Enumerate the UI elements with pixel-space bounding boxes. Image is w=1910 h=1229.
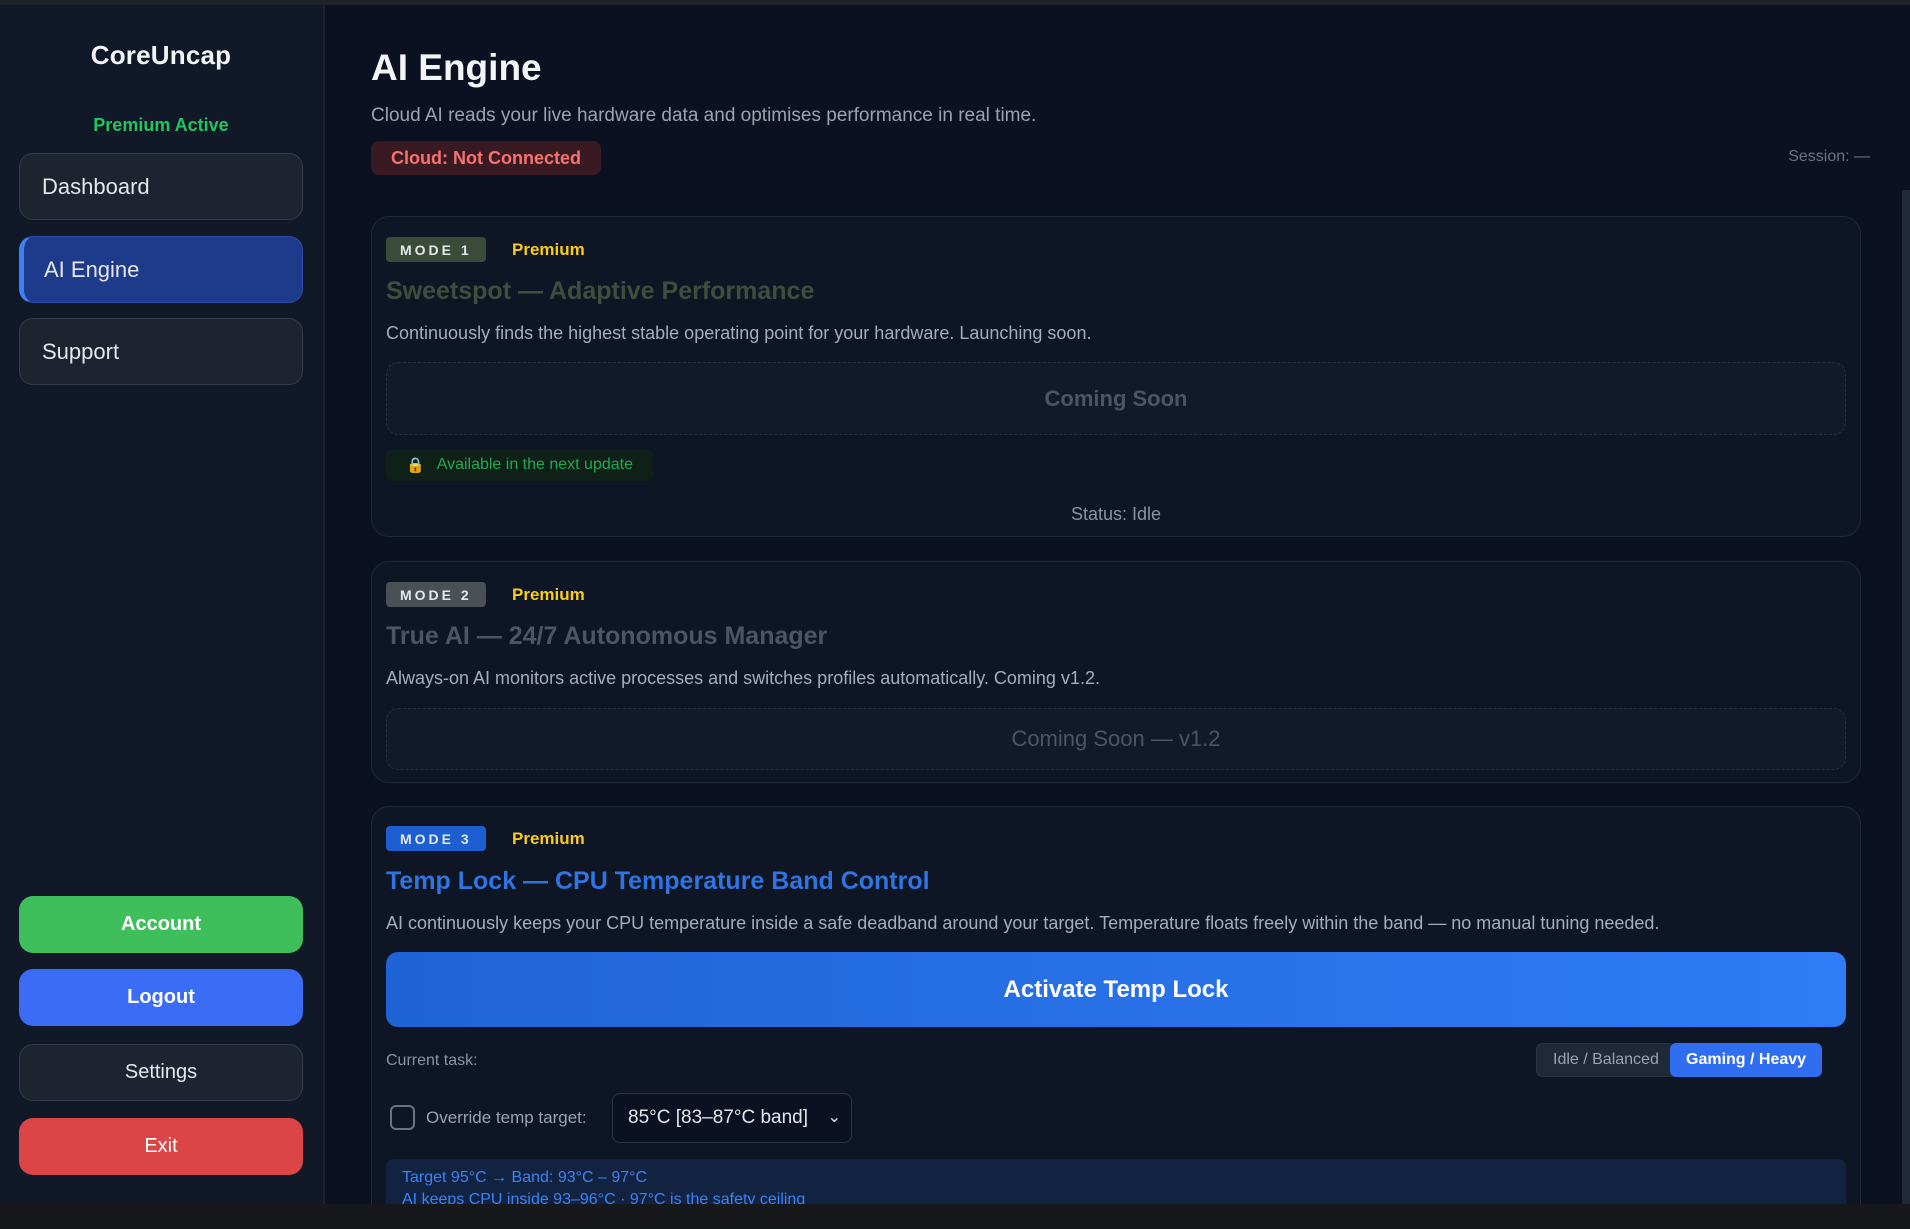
current-task-label: Current task:: [386, 1052, 478, 1069]
task-gaming-heavy-chip[interactable]: Gaming / Heavy: [1670, 1043, 1823, 1077]
settings-button[interactable]: Settings: [19, 1044, 303, 1101]
mode-1-premium-label: Premium: [512, 240, 585, 259]
sidebar-item-dashboard[interactable]: Dashboard: [19, 153, 303, 220]
task-idle-balanced-chip[interactable]: Idle / Balanced: [1536, 1043, 1676, 1077]
mode-3-premium-label: Premium: [512, 829, 585, 848]
window-bottom-strip: [0, 1204, 1910, 1229]
mode-1-status: Status: Idle: [1070, 504, 1162, 524]
mode-2-tag: MODE 2: [386, 582, 486, 607]
plan-status: Premium Active: [93, 115, 229, 135]
override-temp-label: Override temp target:: [426, 1108, 587, 1127]
mode-1-card: MODE 1 Premium Sweetspot — Adaptive Perf…: [371, 216, 1861, 537]
mode-3-title: Temp Lock — CPU Temperature Band Control: [386, 867, 930, 895]
mode-1-coming-soon-button: Coming Soon: [386, 362, 1846, 435]
mode-3-card: MODE 3 Premium Temp Lock — CPU Temperatu…: [371, 806, 1861, 1226]
sidebar-item-ai-engine[interactable]: AI Engine: [19, 236, 303, 303]
exit-button[interactable]: Exit: [19, 1118, 303, 1175]
target-band-line: Target 95°C → Band: 93°C – 97°C: [402, 1169, 648, 1186]
temp-target-value: 85°C [83–87°C band]: [628, 1107, 808, 1128]
logout-button[interactable]: Logout: [19, 969, 303, 1026]
mode-2-card: MODE 2 Premium True AI — 24/7 Autonomous…: [371, 561, 1861, 783]
main-content: AI Engine Cloud AI reads your live hardw…: [327, 5, 1910, 1226]
mode-2-description: Always-on AI monitors active processes a…: [386, 668, 1100, 688]
sidebar: CoreUncap Premium Active Dashboard AI En…: [0, 5, 325, 1204]
mode-2-title: True AI — 24/7 Autonomous Manager: [386, 622, 828, 650]
mode-1-title: Sweetspot — Adaptive Performance: [386, 277, 815, 305]
session-label: Session: —: [1788, 148, 1870, 165]
chevron-down-icon: ⌄: [827, 1109, 841, 1126]
temp-target-select[interactable]: 85°C [83–87°C band] ⌄: [612, 1093, 852, 1143]
activate-temp-lock-button[interactable]: Activate Temp Lock: [386, 952, 1846, 1027]
page-title: AI Engine: [371, 47, 542, 88]
mode-1-tag: MODE 1: [386, 237, 486, 262]
mode-3-description: AI continuously keeps your CPU temperatu…: [386, 913, 1660, 933]
mode-3-tag: MODE 3: [386, 826, 486, 851]
override-temp-checkbox[interactable]: [390, 1105, 415, 1130]
mode-1-description: Continuously finds the highest stable op…: [386, 323, 1092, 343]
mode-2-coming-soon-button: Coming Soon — v1.2: [386, 708, 1846, 770]
sidebar-item-support[interactable]: Support: [19, 318, 303, 385]
app-brand: CoreUncap: [90, 40, 232, 70]
account-button[interactable]: Account: [19, 896, 303, 953]
cloud-status-badge: Cloud: Not Connected: [371, 141, 601, 175]
scrollbar[interactable]: [1902, 190, 1910, 1204]
mode-2-premium-label: Premium: [512, 585, 585, 604]
availability-text: Available in the next update: [436, 456, 633, 473]
lock-icon: 🔒: [406, 457, 425, 474]
mode-1-availability-badge: 🔒 Available in the next update: [386, 449, 653, 481]
page-subtitle: Cloud AI reads your live hardware data a…: [371, 105, 1037, 126]
